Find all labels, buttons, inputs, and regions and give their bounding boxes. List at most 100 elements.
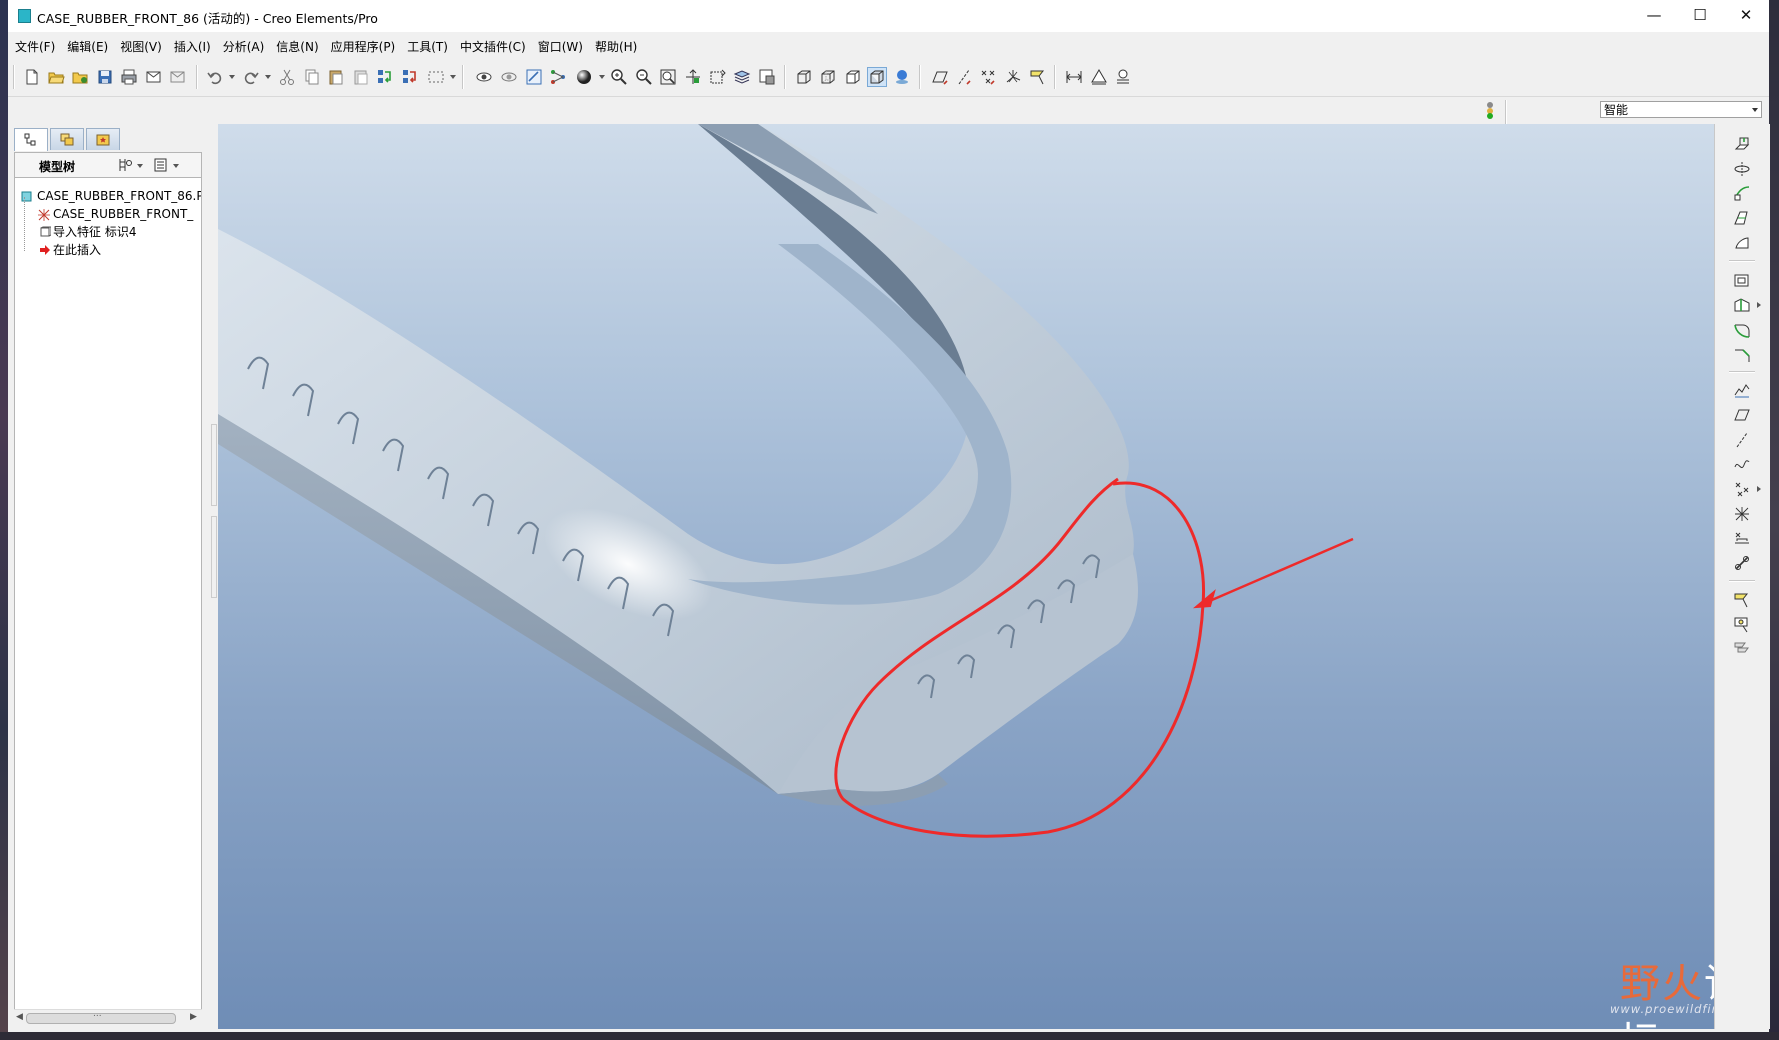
redo-icon[interactable] bbox=[241, 67, 261, 87]
maximize-button[interactable]: ☐ bbox=[1677, 0, 1723, 32]
menu-insert[interactable]: 插入(I) bbox=[174, 36, 211, 58]
reorient-icon[interactable] bbox=[683, 67, 703, 87]
open-session-icon[interactable] bbox=[70, 67, 90, 87]
rib-dropdown-icon[interactable] bbox=[1757, 302, 1761, 308]
sweep-icon[interactable] bbox=[1732, 183, 1752, 203]
model-tree-horizontal-scrollbar[interactable]: ◀ ... ▶ bbox=[14, 1009, 202, 1026]
measure-icon[interactable] bbox=[1064, 67, 1084, 87]
open-folder-icon[interactable] bbox=[46, 67, 66, 87]
splitter-grip[interactable] bbox=[211, 424, 217, 506]
menu-edit[interactable]: 编辑(E) bbox=[67, 36, 108, 58]
saved-views-icon[interactable] bbox=[708, 67, 728, 87]
scroll-left-icon[interactable]: ◀ bbox=[16, 1012, 23, 1022]
copy-icon[interactable] bbox=[302, 67, 322, 87]
sketch-view-icon[interactable] bbox=[524, 67, 544, 87]
new-file-icon[interactable] bbox=[22, 67, 42, 87]
datum-csys-icon[interactable] bbox=[1732, 504, 1752, 524]
scrollbar-thumb[interactable]: ... bbox=[26, 1009, 176, 1024]
layers-icon[interactable] bbox=[732, 67, 752, 87]
menu-view[interactable]: 视图(V) bbox=[120, 36, 162, 58]
view-manager-icon[interactable] bbox=[474, 67, 494, 87]
undo-icon[interactable] bbox=[205, 67, 225, 87]
tab-model-tree[interactable] bbox=[14, 128, 48, 151]
enhanced-realism-icon[interactable] bbox=[892, 67, 912, 87]
refit-icon[interactable] bbox=[658, 67, 678, 87]
menu-window[interactable]: 窗口(W) bbox=[538, 36, 583, 58]
menu-file[interactable]: 文件(F) bbox=[15, 36, 55, 58]
layers-visibility-icon[interactable] bbox=[499, 67, 519, 87]
wireframe-icon[interactable] bbox=[794, 67, 814, 87]
menu-help[interactable]: 帮助(H) bbox=[595, 36, 637, 58]
tree-item-import-feature[interactable]: 导入特征 标识4 bbox=[37, 224, 201, 241]
cut-icon[interactable] bbox=[277, 67, 297, 87]
select-dropdown-icon[interactable] bbox=[450, 75, 456, 79]
model-render[interactable] bbox=[218, 124, 1714, 1029]
paste-special-icon[interactable] bbox=[351, 67, 371, 87]
tree-settings-icon[interactable] bbox=[117, 157, 133, 176]
annotation-element-icon[interactable] bbox=[1732, 615, 1752, 635]
shading-sphere-icon[interactable] bbox=[574, 67, 594, 87]
round-icon[interactable] bbox=[1732, 320, 1752, 340]
datum-plane-icon[interactable] bbox=[1732, 405, 1752, 425]
rib-icon[interactable] bbox=[1732, 295, 1752, 315]
splitter-grip[interactable] bbox=[211, 516, 217, 598]
annotation-display-icon[interactable] bbox=[1028, 67, 1048, 87]
revolve-icon[interactable] bbox=[1732, 159, 1752, 179]
sketch-icon[interactable] bbox=[1732, 380, 1752, 400]
model-tree-links-icon[interactable] bbox=[548, 67, 568, 87]
blend-icon[interactable] bbox=[1732, 208, 1752, 228]
selection-filter-select[interactable]: 智能 bbox=[1600, 101, 1762, 118]
tree-item-insert-here[interactable]: 在此插入 bbox=[37, 242, 201, 259]
tab-favorites[interactable] bbox=[86, 128, 120, 150]
datum-point-icon[interactable] bbox=[1732, 479, 1752, 499]
appearance-gallery-icon[interactable] bbox=[757, 67, 777, 87]
shell-icon[interactable] bbox=[1732, 270, 1752, 290]
tree-show-dropdown-icon[interactable] bbox=[173, 164, 179, 168]
minimize-button[interactable]: — bbox=[1631, 0, 1677, 32]
close-button[interactable]: ✕ bbox=[1723, 0, 1769, 32]
tree-item-part[interactable]: CASE_RUBBER_FRONT_86.PRT bbox=[19, 188, 201, 205]
datum-curve-icon[interactable] bbox=[1732, 454, 1752, 474]
menu-tools[interactable]: 工具(T) bbox=[407, 36, 448, 58]
annotation-manager-icon[interactable] bbox=[1732, 639, 1752, 659]
regenerate-icon[interactable] bbox=[375, 67, 395, 87]
chamfer-icon[interactable] bbox=[1732, 345, 1752, 365]
mass-properties-icon[interactable] bbox=[1113, 67, 1133, 87]
redo-dropdown-icon[interactable] bbox=[265, 75, 271, 79]
menu-chinese-plugin[interactable]: 中文插件(C) bbox=[460, 36, 526, 58]
scroll-right-icon[interactable]: ▶ bbox=[190, 1012, 197, 1022]
tree-settings-dropdown-icon[interactable] bbox=[137, 164, 143, 168]
menu-applications[interactable]: 应用程序(P) bbox=[331, 36, 396, 58]
send-link-icon[interactable] bbox=[168, 67, 188, 87]
zoom-out-icon[interactable] bbox=[634, 67, 654, 87]
send-email-icon[interactable] bbox=[144, 67, 164, 87]
undo-dropdown-icon[interactable] bbox=[229, 75, 235, 79]
analysis-feature-icon[interactable] bbox=[1732, 528, 1752, 548]
insert-shared-data-icon[interactable] bbox=[1732, 553, 1752, 573]
datum-axes-icon[interactable] bbox=[954, 67, 974, 87]
datum-axis-icon[interactable] bbox=[1732, 430, 1752, 450]
datum-planes-icon[interactable] bbox=[930, 67, 950, 87]
save-icon[interactable] bbox=[95, 67, 115, 87]
extrude-icon[interactable] bbox=[1732, 134, 1752, 154]
draft-analysis-icon[interactable] bbox=[1089, 67, 1109, 87]
datum-point-dropdown-icon[interactable] bbox=[1757, 486, 1761, 492]
regeneration-manager-icon[interactable] bbox=[400, 67, 420, 87]
zoom-in-icon[interactable] bbox=[609, 67, 629, 87]
tab-folder-browser[interactable] bbox=[50, 128, 84, 150]
hidden-line-icon[interactable] bbox=[818, 67, 838, 87]
datum-points-icon[interactable] bbox=[978, 67, 998, 87]
panel-splitter[interactable] bbox=[208, 124, 218, 1029]
boundary-blend-icon[interactable] bbox=[1732, 233, 1752, 253]
menu-analysis[interactable]: 分析(A) bbox=[223, 36, 265, 58]
shading-mode-icon[interactable] bbox=[867, 67, 887, 87]
menu-info[interactable]: 信息(N) bbox=[276, 36, 318, 58]
no-hidden-icon[interactable] bbox=[843, 67, 863, 87]
shading-dropdown-icon[interactable] bbox=[599, 75, 605, 79]
print-icon[interactable] bbox=[119, 67, 139, 87]
graphics-viewport[interactable]: 野火论坛 www.proewildfire.cn bbox=[218, 124, 1714, 1029]
tree-show-icon[interactable] bbox=[153, 157, 169, 176]
select-box-icon[interactable] bbox=[426, 67, 446, 87]
coordinate-systems-icon[interactable] bbox=[1003, 67, 1023, 87]
annotation-feature-icon[interactable] bbox=[1732, 590, 1752, 610]
